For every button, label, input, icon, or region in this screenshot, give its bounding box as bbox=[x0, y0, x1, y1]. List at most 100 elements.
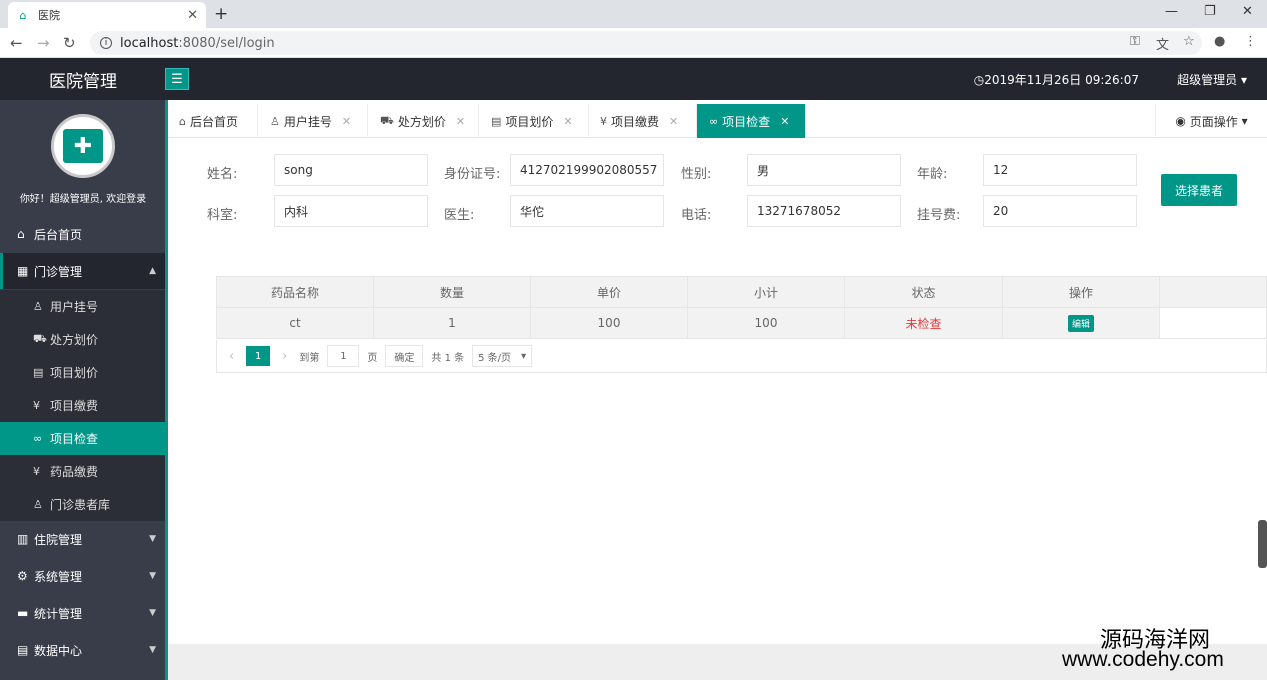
prev-page-icon[interactable]: ‹ bbox=[229, 349, 234, 364]
forward-icon[interactable]: → bbox=[37, 34, 50, 52]
address-bar[interactable]: i localhost:8080/sel/login bbox=[90, 31, 1202, 55]
home-icon: ⌂ bbox=[179, 114, 186, 128]
phone-label: 电话: bbox=[681, 208, 712, 223]
sidebar-group-inpatient[interactable]: ▥ 住院管理 ▼ bbox=[0, 521, 166, 557]
caret-down-icon: ▾ bbox=[1241, 114, 1248, 128]
file-icon: ▤ bbox=[491, 114, 502, 128]
star-icon[interactable]: ☆ bbox=[1183, 34, 1195, 49]
edit-button[interactable]: 编辑 bbox=[1067, 314, 1094, 332]
menu-toggle-icon[interactable]: ☰ bbox=[165, 68, 189, 90]
col-header[interactable]: 状态 bbox=[844, 276, 1003, 308]
sidebar-group-statistics[interactable]: ▬ 统计管理 ▼ bbox=[0, 595, 166, 631]
sidebar-item-label: 项目检查 bbox=[50, 432, 99, 446]
gender-field[interactable]: 男 bbox=[747, 154, 901, 186]
welcome-text: 你好！超级管理员, 欢迎登录 bbox=[19, 194, 147, 205]
tab-item-payment[interactable]: ¥ 项目缴费 ✕ bbox=[589, 104, 697, 138]
cell-action: 编辑 bbox=[1002, 307, 1160, 339]
phone-field[interactable]: 13271678052 bbox=[747, 195, 901, 227]
close-tab-icon[interactable]: ✕ bbox=[780, 115, 789, 128]
close-tab-icon[interactable]: ✕ bbox=[669, 115, 678, 128]
chat-icon: ▬ bbox=[17, 606, 29, 620]
close-tab-icon[interactable]: ✕ bbox=[342, 115, 351, 128]
sidebar-item-registration[interactable]: ♙ 用户挂号 bbox=[0, 290, 166, 323]
app-logo: 医院管理 bbox=[49, 71, 117, 92]
browser-tabbar: ⌂ 医院 ✕ + — ❐ ✕ bbox=[0, 0, 1267, 28]
sidebar-item-drug-payment[interactable]: ¥ 药品缴费 bbox=[0, 455, 166, 488]
caret-down-icon: ▼ bbox=[149, 534, 156, 544]
tab-item-pricing[interactable]: ▤ 项目划价 ✕ bbox=[479, 104, 589, 138]
profile-icon[interactable]: ● bbox=[1214, 34, 1225, 49]
col-header[interactable]: 单价 bbox=[530, 276, 688, 308]
goto-page-input[interactable]: 1 bbox=[327, 345, 360, 367]
browser-tab[interactable]: ⌂ 医院 ✕ bbox=[8, 2, 206, 28]
watermark-url: www.codehy.com bbox=[1062, 648, 1224, 671]
registration-fee-field[interactable]: 20 bbox=[983, 195, 1137, 227]
doctor-field[interactable]: 华佗 bbox=[510, 195, 664, 227]
new-tab-icon[interactable]: + bbox=[214, 4, 228, 24]
user-menu[interactable]: 超级管理员 ▾ bbox=[1177, 71, 1247, 88]
sidebar-item-item-check[interactable]: ∞ 项目检查 bbox=[0, 422, 166, 455]
close-tab-icon[interactable]: ✕ bbox=[187, 8, 198, 23]
sidebar-item-label: 后台首页 bbox=[34, 227, 83, 242]
next-page-icon[interactable]: › bbox=[282, 349, 287, 364]
tab-label: 项目缴费 bbox=[611, 114, 660, 129]
clock-icon: ◷ bbox=[973, 73, 985, 87]
scroll-handle[interactable] bbox=[1258, 520, 1267, 568]
confirm-button[interactable]: 确定 bbox=[385, 345, 424, 367]
page-operations-dropdown[interactable]: ◉ 页面操作 ▾ bbox=[1155, 104, 1267, 138]
close-tab-icon[interactable]: ✕ bbox=[456, 115, 465, 128]
avatar: ✚ bbox=[51, 114, 115, 178]
sidebar-group-data-center[interactable]: ▤ 数据中心 ▼ bbox=[0, 632, 166, 668]
tab-label: 处方划价 bbox=[397, 114, 446, 129]
sidebar-item-home[interactable]: ⌂ 后台首页 bbox=[0, 216, 166, 252]
yen-icon: ¥ bbox=[33, 399, 40, 412]
current-page[interactable]: 1 bbox=[246, 346, 271, 366]
sidebar-item-label: 项目划价 bbox=[50, 366, 99, 380]
sidebar-item-prescription-pricing[interactable]: ⛟ 处方划价 bbox=[0, 323, 166, 356]
maximize-icon[interactable]: ❐ bbox=[1204, 4, 1216, 19]
close-tab-icon[interactable]: ✕ bbox=[563, 115, 572, 128]
more-icon[interactable]: ⋮ bbox=[1244, 34, 1257, 49]
close-window-icon[interactable]: ✕ bbox=[1242, 4, 1253, 19]
dept-field[interactable]: 内科 bbox=[274, 195, 428, 227]
sidebar-item-label: 住院管理 bbox=[34, 532, 83, 547]
sidebar-group-system[interactable]: ⚙ 系统管理 ▼ bbox=[0, 558, 166, 594]
sidebar-group-outpatient[interactable]: ▦ 门诊管理 ▲ bbox=[0, 253, 166, 289]
tab-home[interactable]: ⌂ 后台首页 bbox=[168, 104, 258, 138]
col-header-empty bbox=[1159, 276, 1267, 308]
cell-price: 100 bbox=[530, 307, 688, 339]
sidebar: ✚ 你好！超级管理员, 欢迎登录 ⌂ 后台首页 ▦ 门诊管理 ▲ ♙ 用户挂号 ⛟ 处方划… bbox=[0, 100, 166, 680]
id-number-field[interactable]: 412702199902080557 bbox=[510, 154, 664, 186]
age-field[interactable]: 12 bbox=[983, 154, 1137, 186]
tab-registration[interactable]: ♙ 用户挂号 ✕ bbox=[258, 104, 368, 138]
sidebar-item-patient-library[interactable]: ♙ 门诊患者库 bbox=[0, 488, 166, 521]
tab-prescription-pricing[interactable]: ⛟ 处方划价 ✕ bbox=[368, 104, 479, 138]
minimize-icon[interactable]: — bbox=[1165, 4, 1178, 19]
url-path: :8080/sel/login bbox=[178, 35, 275, 51]
col-header[interactable]: 小计 bbox=[687, 276, 845, 308]
sidebar-item-label: 项目缴费 bbox=[50, 399, 99, 413]
key-icon[interactable]: ⚿ bbox=[1130, 34, 1140, 49]
sidebar-item-item-pricing[interactable]: ▤ 项目划价 bbox=[0, 356, 166, 389]
page-size-select[interactable]: 5 条/页 ▾ bbox=[472, 345, 533, 367]
sidebar-item-item-payment[interactable]: ¥ 项目缴费 bbox=[0, 389, 166, 422]
tab-item-check[interactable]: ∞ 项目检查 ✕ bbox=[697, 104, 806, 138]
select-patient-button[interactable]: 选择患者 bbox=[1161, 174, 1237, 206]
name-field[interactable]: song bbox=[274, 154, 428, 186]
page-size-value: 5 条/页 bbox=[478, 352, 512, 364]
page-tabbar: ⌂ 后台首页 ♙ 用户挂号 ✕ ⛟ 处方划价 ✕ ▤ 项目划价 ✕ ¥ 项目缴费 ✕ ∞ 项目检查 ✕… bbox=[168, 104, 1267, 138]
col-header[interactable]: 操作 bbox=[1002, 276, 1160, 308]
hospital-logo-icon: ✚ bbox=[63, 129, 103, 163]
translate-icon[interactable]: 文 bbox=[1156, 34, 1169, 53]
col-header[interactable]: 药品名称 bbox=[216, 276, 374, 308]
info-icon[interactable]: i bbox=[100, 37, 112, 49]
cart-icon: ⛟ bbox=[380, 113, 394, 127]
sidebar-item-label: 用户挂号 bbox=[50, 300, 99, 314]
sidebar-item-label: 数据中心 bbox=[34, 643, 83, 658]
col-header[interactable]: 数量 bbox=[373, 276, 531, 308]
cell-subtotal: 100 bbox=[687, 307, 845, 339]
reload-icon[interactable]: ↻ bbox=[63, 34, 76, 52]
table-row[interactable]: ct 1 100 100 未检查 编辑 bbox=[216, 307, 1267, 339]
back-icon[interactable]: ← bbox=[10, 34, 23, 52]
file-icon: ▤ bbox=[33, 366, 44, 379]
